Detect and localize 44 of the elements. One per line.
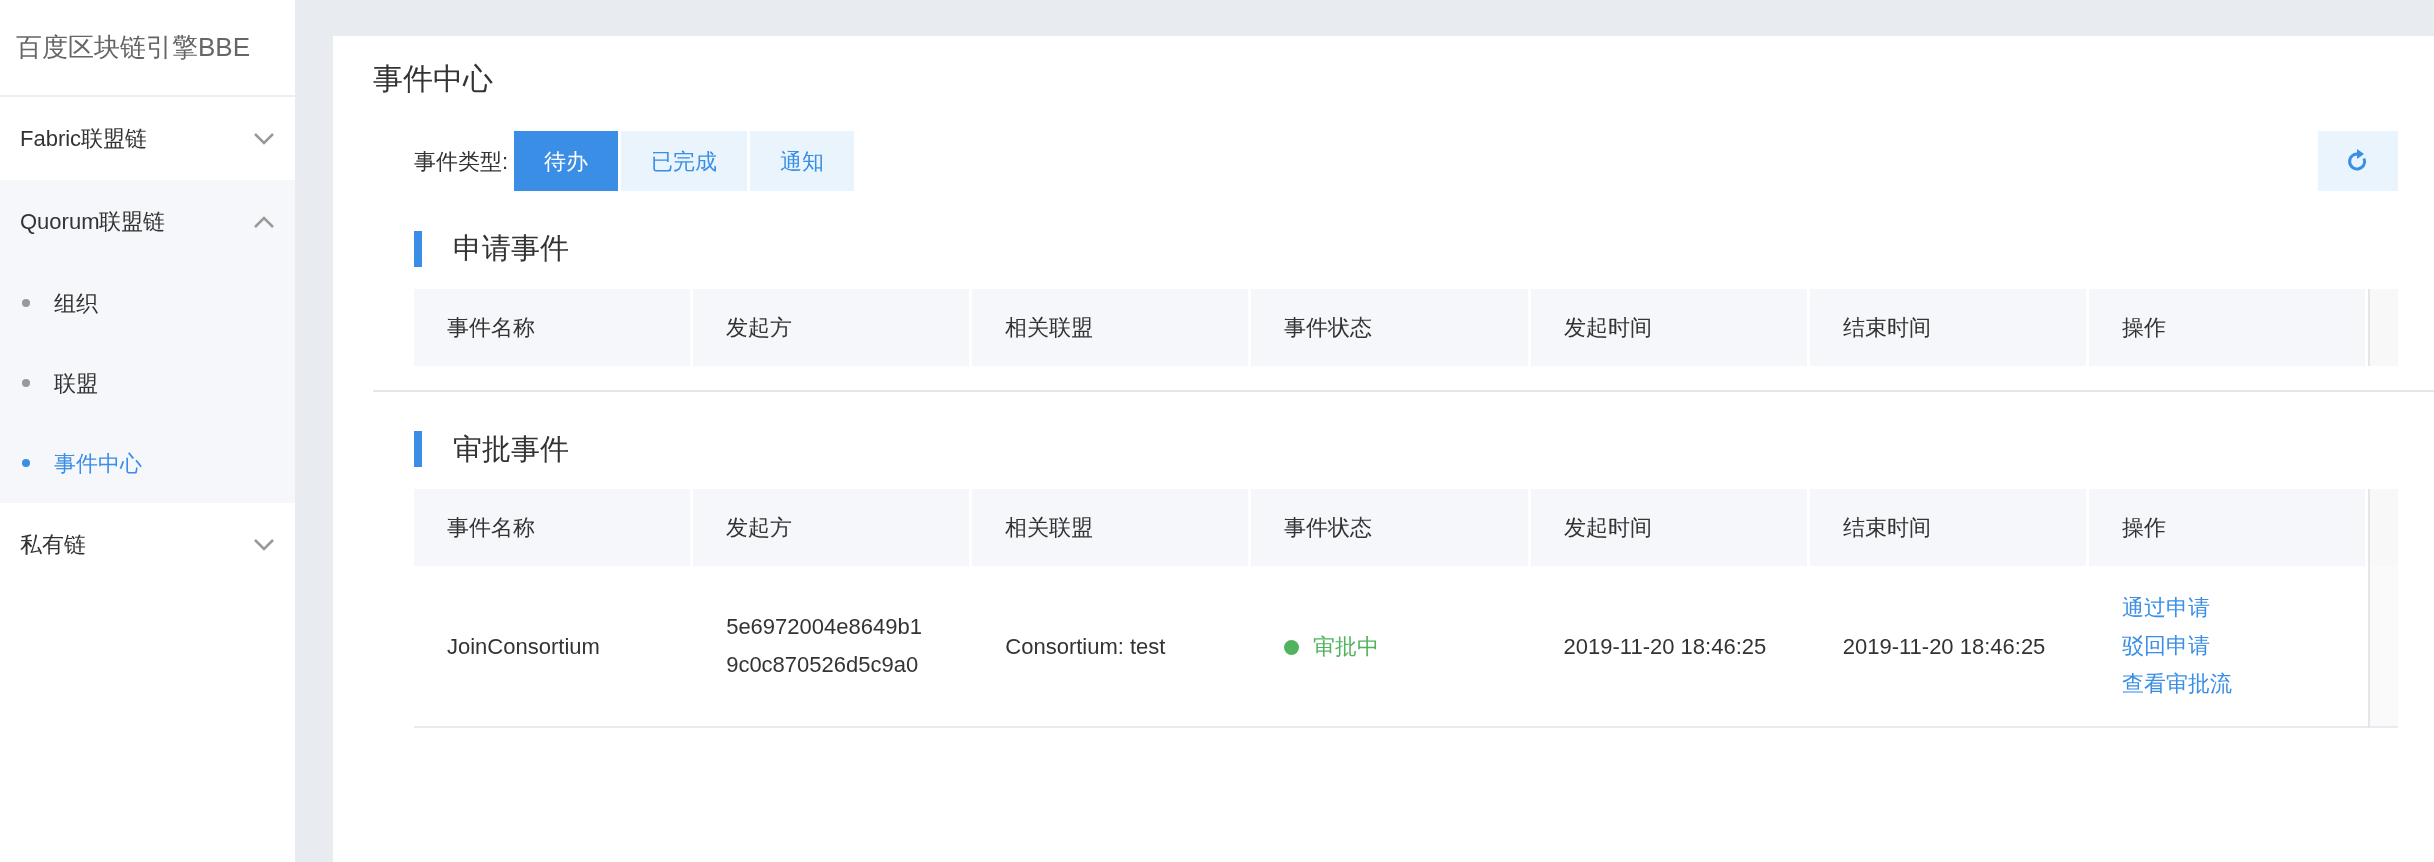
sidebar-subitem[interactable]: 事件中心 xyxy=(0,423,295,503)
bullet-icon xyxy=(22,379,30,387)
sidebar-menu-item[interactable]: Fabric联盟链 xyxy=(0,97,295,180)
table-cell-text: 5e6972004e8649b19c0c870526d5c9a0 xyxy=(726,613,923,679)
table-cell: Consortium: test xyxy=(972,566,1252,728)
chevron-icon xyxy=(253,131,275,146)
column-header: 操作 xyxy=(2088,489,2368,566)
column-header: 事件状态 xyxy=(1251,288,1531,366)
chevron-icon xyxy=(253,214,275,229)
menu-label: Fabric联盟链 xyxy=(20,125,148,153)
action-link[interactable]: 通过申请 xyxy=(2121,589,2335,627)
refresh-button[interactable] xyxy=(2318,131,2398,191)
column-header: 操作 xyxy=(2088,288,2368,366)
action-link[interactable]: 查看审批流 xyxy=(2121,665,2335,703)
menu-label: 私有链 xyxy=(20,531,86,559)
refresh-icon xyxy=(2347,149,2369,173)
status-text: 审批中 xyxy=(1313,633,1380,659)
chevron-icon xyxy=(253,537,275,552)
sidebar-subitem[interactable]: 组织 xyxy=(0,263,295,343)
column-header: 发起时间 xyxy=(1530,489,1810,566)
column-header: 结束时间 xyxy=(1809,288,2089,366)
filter-tab[interactable]: 已完成 xyxy=(621,131,748,191)
table-cell: JoinConsortium xyxy=(414,566,694,728)
table-cell: 2019-11-20 18:46:25 xyxy=(1809,566,2089,728)
action-link[interactable]: 驳回申请 xyxy=(2121,627,2335,665)
logo-text: 百度区块链引擎BBE xyxy=(16,31,251,64)
section-title: 申请事件 xyxy=(453,231,569,266)
sidebar-subitem[interactable]: 联盟 xyxy=(0,343,295,423)
section-title: 审批事件 xyxy=(453,431,569,467)
column-header: 事件状态 xyxy=(1251,489,1531,566)
bullet-icon xyxy=(22,459,30,467)
filter-label: 事件类型: xyxy=(414,147,509,176)
filter-tab[interactable]: 通知 xyxy=(750,131,855,191)
sidebar-menu-item[interactable]: Quorum联盟链 xyxy=(0,180,295,263)
page-title: 事件中心 xyxy=(373,61,494,97)
section-marker xyxy=(414,431,422,468)
bullet-icon xyxy=(22,299,30,307)
section-marker xyxy=(414,230,422,267)
column-header: 发起时间 xyxy=(1530,288,1810,366)
filter-tab[interactable]: 待办 xyxy=(514,131,619,191)
sidebar-menu-item[interactable]: 私有链 xyxy=(0,503,295,586)
table-cell: 2019-11-20 18:46:25 xyxy=(1530,566,1810,728)
column-header: 结束时间 xyxy=(1809,489,2089,566)
menu-label: Quorum联盟链 xyxy=(20,208,166,236)
